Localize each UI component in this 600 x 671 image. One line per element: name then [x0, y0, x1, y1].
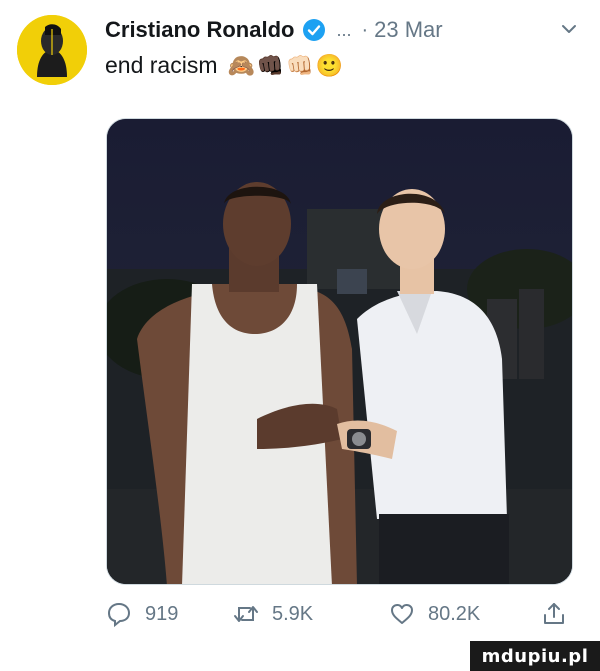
- tweet-header: Cristiano Ronaldo ... · 23 Mar: [105, 14, 580, 46]
- reply-count: 919: [145, 602, 179, 625]
- share-button[interactable]: [540, 600, 580, 628]
- reply-button[interactable]: 919: [105, 600, 178, 628]
- retweet-icon: [234, 606, 258, 622]
- retweet-button[interactable]: 5.9K: [232, 600, 313, 628]
- site-watermark: mdupiu.pl: [470, 641, 600, 671]
- dark-fist-emoji: 👊🏿: [256, 52, 285, 78]
- tweet-body: end racism: [105, 52, 218, 78]
- face-emoji: 🙂: [315, 52, 344, 78]
- tweet-date[interactable]: 23 Mar: [374, 17, 442, 43]
- meta-separator: ·: [361, 18, 369, 41]
- tweet-text: end racism 🙈 👊🏿 👊🏻 🙂: [105, 52, 343, 79]
- like-button[interactable]: 80.2K: [388, 600, 480, 628]
- light-fist-emoji: 👊🏻: [286, 52, 314, 78]
- like-count: 80.2K: [428, 602, 481, 625]
- reply-icon: [107, 602, 131, 628]
- heart-icon: [391, 604, 413, 624]
- author-avatar[interactable]: [17, 15, 87, 85]
- tweet-emojis: 🙈 👊🏿 👊🏻 🙂: [227, 53, 343, 79]
- see-no-evil-emoji: 🙈: [227, 52, 255, 78]
- author-handle-ellipsis: ...: [336, 19, 352, 40]
- chevron-down-icon[interactable]: [558, 18, 580, 40]
- author-name[interactable]: Cristiano Ronaldo: [105, 17, 294, 43]
- tweet-photo[interactable]: [106, 118, 573, 585]
- retweet-count: 5.9K: [272, 602, 314, 625]
- share-icon: [544, 603, 564, 624]
- verified-badge-icon: [302, 18, 326, 42]
- photo-illustration: [107, 119, 572, 584]
